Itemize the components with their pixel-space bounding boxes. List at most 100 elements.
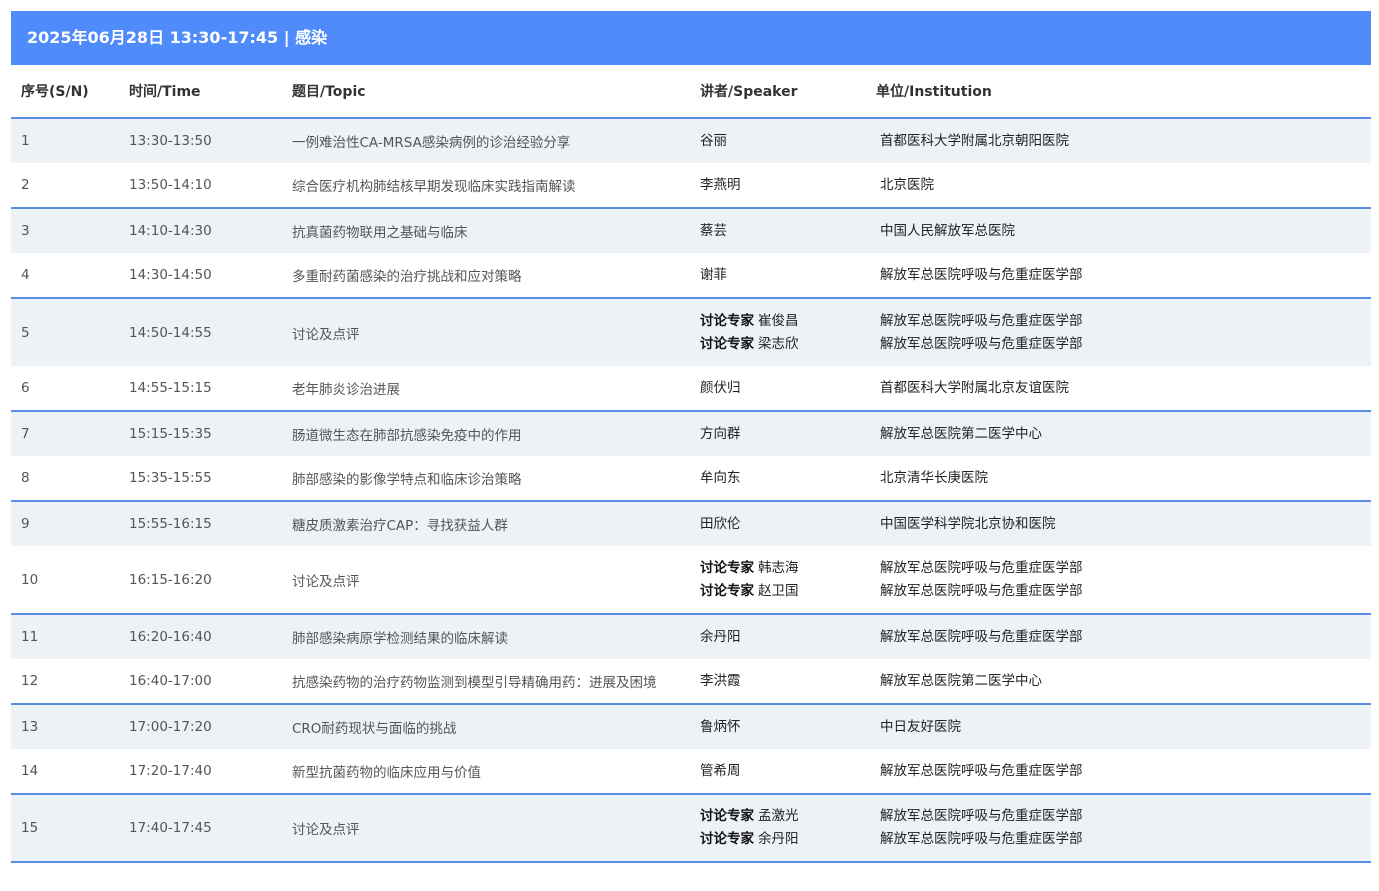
row-institution: 解放军总医院呼吸与危重症医学部 解放军总医院呼吸与危重症医学部	[866, 546, 1371, 614]
row-sn: 2	[21, 177, 30, 193]
speaker-name: 颜伏归	[700, 379, 741, 396]
row-speaker: 余丹阳	[690, 613, 866, 659]
institution-name: 首都医科大学附属北京朝阳医院	[880, 132, 1069, 149]
table-row: 12 16:40-17:00 抗感染药物的治疗药物监测到模型引导精确用药：进展及困境…	[11, 659, 1371, 704]
row-institution: 中国人民解放军总医院	[866, 207, 1371, 253]
row-topic: 糖皮质激素治疗CAP：寻找获益人群	[282, 500, 690, 546]
speaker-name: 韩志海	[758, 559, 799, 576]
speaker-name: 田欣伦	[700, 515, 741, 532]
row-topic: 肺部感染病原学检测结果的临床解读	[282, 613, 690, 659]
row-speaker: 管希周	[690, 749, 866, 794]
header-institution: 单位/Institution	[866, 65, 1371, 119]
row-institution: 解放军总医院第二医学中心	[866, 410, 1371, 456]
speaker-role: 讨论专家	[700, 335, 754, 352]
row-topic: 抗真菌药物联用之基础与临床	[282, 207, 690, 253]
row-speaker: 方向群	[690, 410, 866, 456]
row-time: 15:15-15:35	[119, 410, 282, 456]
speaker-name: 牟向东	[700, 469, 741, 486]
speaker-entry: 牟向东	[700, 467, 866, 490]
row-topic: 讨论及点评	[282, 297, 690, 366]
row-time: 15:55-16:15	[119, 500, 282, 546]
table-row: 7 15:15-15:35 肠道微生态在肺部抗感染免疫中的作用 方向群 解放军总医院第二…	[11, 410, 1371, 456]
speaker-entry: 李燕明	[700, 174, 866, 197]
speaker-name: 蔡芸	[700, 222, 727, 239]
row-sn: 1	[11, 118, 119, 163]
row-institution: 解放军总医院呼吸与危重症医学部	[866, 253, 1371, 298]
row-time: 17:00-17:20	[119, 703, 282, 749]
row-institution: 中日友好医院	[866, 703, 1371, 749]
row-time: 16:40-17:00	[129, 673, 212, 689]
row-time: 14:30-14:50	[129, 267, 212, 283]
speaker-entry: 讨论专家 韩志海	[700, 557, 866, 580]
speaker-entry: 田欣伦	[700, 513, 866, 536]
row-speaker: 讨论专家 孟激光 讨论专家 余丹阳	[690, 793, 866, 863]
row-sn: 3	[11, 207, 119, 253]
speaker-entry: 谷丽	[700, 130, 866, 153]
row-sn: 6	[21, 380, 30, 396]
speaker-entry: 管希周	[700, 760, 866, 783]
institution-name: 解放军总医院呼吸与危重症医学部	[880, 335, 1083, 352]
row-topic: 讨论及点评	[282, 793, 690, 863]
speaker-role: 讨论专家	[700, 312, 754, 329]
row-time: 17:20-17:40	[129, 763, 212, 779]
speaker-entry: 讨论专家 崔俊昌	[700, 310, 866, 333]
institution-name: 中国医学科学院北京协和医院	[880, 515, 1056, 532]
row-sn: 9	[11, 500, 119, 546]
row-speaker: 讨论专家 韩志海 讨论专家 赵卫国	[690, 546, 866, 614]
table-header-row: 序号(S/N) 时间/Time 题目/Topic 讲者/Speaker 单位/I…	[11, 65, 1371, 119]
speaker-entry: 鲁炳怀	[700, 716, 866, 739]
speaker-entry: 讨论专家 梁志欣	[700, 333, 866, 356]
speaker-name: 管希周	[700, 762, 741, 779]
institution-name: 首都医科大学附属北京友谊医院	[880, 379, 1069, 396]
speaker-name: 余丹阳	[758, 831, 799, 847]
row-topic: 多重耐药菌感染的治疗挑战和应对策略	[292, 269, 522, 285]
speaker-role: 讨论专家	[700, 831, 754, 847]
row-sn: 12	[21, 673, 39, 689]
row-time: 14:55-15:15	[129, 380, 212, 396]
row-time: 14:10-14:30	[119, 207, 282, 253]
row-topic: 讨论及点评	[292, 573, 360, 590]
row-sn: 11	[11, 613, 119, 659]
row-speaker: 谷丽	[690, 118, 866, 163]
row-speaker: 牟向东	[690, 456, 866, 501]
institution-name: 解放军总医院呼吸与危重症医学部	[880, 808, 1083, 824]
row-sn: 8	[21, 470, 30, 486]
speaker-role: 讨论专家	[700, 582, 754, 599]
table-row: 15 17:40-17:45 讨论及点评 讨论专家 孟激光 讨论专家 余丹阳 解放军总医院呼吸…	[11, 793, 1371, 863]
speaker-role: 讨论专家	[700, 559, 754, 576]
institution-name: 解放军总医院第二医学中心	[880, 425, 1042, 442]
row-topic: 一例难治性CA-MRSA感染病例的诊治经验分享	[282, 118, 690, 163]
row-sn: 15	[11, 793, 119, 863]
speaker-entry: 颜伏归	[700, 377, 866, 400]
row-topic: 肠道微生态在肺部抗感染免疫中的作用	[282, 410, 690, 456]
row-topic: 抗感染药物的治疗药物监测到模型引导精确用药：进展及困境	[292, 675, 657, 691]
row-time: 15:35-15:55	[129, 470, 212, 486]
institution-name: 解放军总医院呼吸与危重症医学部	[880, 628, 1083, 645]
institution-name: 解放军总医院呼吸与危重症医学部	[880, 831, 1083, 847]
row-topic: 老年肺炎诊治进展	[292, 382, 400, 398]
row-time: 13:50-14:10	[129, 177, 212, 193]
table-row: 8 15:35-15:55 肺部感染的影像学特点和临床诊治策略 牟向东 北京清华长庚医院	[11, 456, 1371, 501]
row-sn: 13	[11, 703, 119, 749]
row-institution: 北京医院	[866, 163, 1371, 208]
row-institution: 解放军总医院呼吸与危重症医学部 解放军总医院呼吸与危重症医学部	[866, 793, 1371, 863]
speaker-role: 讨论专家	[700, 808, 754, 824]
header-speaker: 讲者/Speaker	[690, 65, 866, 119]
table-row: 1 13:30-13:50 一例难治性CA-MRSA感染病例的诊治经验分享 谷丽 首都医…	[11, 118, 1371, 163]
institution-name: 北京医院	[880, 176, 934, 193]
row-speaker: 田欣伦	[690, 500, 866, 546]
row-time: 14:50-14:55	[119, 297, 282, 366]
institution-name: 解放军总医院呼吸与危重症医学部	[880, 762, 1083, 779]
row-sn: 4	[21, 267, 30, 283]
row-speaker: 颜伏归	[690, 366, 866, 411]
table-row: 3 14:10-14:30 抗真菌药物联用之基础与临床 蔡芸 中国人民解放军总医院	[11, 207, 1371, 253]
row-speaker: 鲁炳怀	[690, 703, 866, 749]
row-institution: 中国医学科学院北京协和医院	[866, 500, 1371, 546]
speaker-name: 赵卫国	[758, 582, 799, 599]
row-speaker: 李燕明	[690, 163, 866, 208]
speaker-entry: 讨论专家 孟激光	[700, 805, 866, 828]
row-time: 16:15-16:20	[129, 571, 212, 588]
institution-name: 解放军总医院第二医学中心	[880, 672, 1042, 689]
institution-name: 解放军总医院呼吸与危重症医学部	[880, 559, 1083, 576]
speaker-entry: 谢菲	[700, 264, 866, 287]
